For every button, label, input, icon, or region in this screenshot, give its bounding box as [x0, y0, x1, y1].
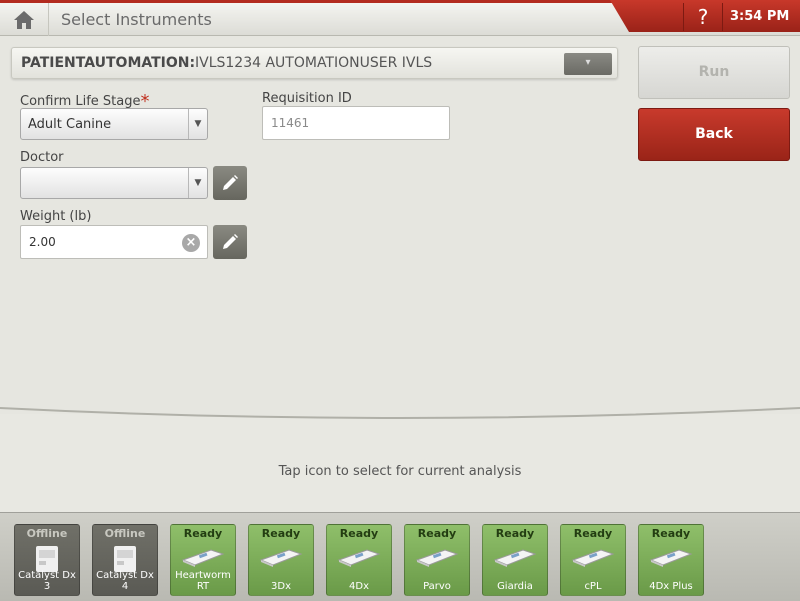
snap-test-icon — [259, 549, 303, 567]
instrument-status: Ready — [261, 527, 301, 540]
run-button[interactable]: Run — [638, 46, 790, 99]
instrument-status: Ready — [417, 527, 457, 540]
snap-test-icon — [337, 549, 381, 567]
clear-icon[interactable]: × — [182, 234, 200, 252]
weight-label: Weight (lb) — [20, 209, 92, 224]
pencil-icon — [223, 234, 238, 249]
clock: 3:54 PM — [730, 9, 790, 24]
instrument-name: 3Dx — [271, 581, 291, 592]
instrument-status: Ready — [495, 527, 535, 540]
weight-edit-button[interactable] — [213, 225, 247, 259]
snap-test-icon — [181, 549, 225, 567]
life-stage-select[interactable]: Adult Canine ▼ — [20, 108, 208, 140]
instrument-status: Ready — [339, 527, 379, 540]
page-title: Select Instruments — [61, 10, 212, 29]
instrument-name: Catalyst Dx 4 — [96, 570, 154, 592]
instrument-name: Catalyst Dx 3 — [18, 570, 76, 592]
snap-test-icon — [571, 549, 615, 567]
instrument-tile-3dx[interactable]: Ready 3Dx — [248, 524, 314, 596]
instrument-name: Heartworm RT — [175, 570, 231, 592]
instrument-name: 4Dx — [349, 581, 369, 592]
instrument-tray: Offline Catalyst Dx 3 Offline Catalyst D… — [0, 512, 800, 601]
instrument-name: cPL — [584, 581, 602, 592]
patient-details: IVLS1234 AUTOMATIONUSER IVLS — [195, 55, 433, 71]
back-button[interactable]: Back — [638, 108, 790, 161]
instrument-status: Offline — [26, 527, 68, 540]
patient-expand-button[interactable]: ▾ — [564, 53, 612, 75]
instrument-tile-catalyst-dx-4[interactable]: Offline Catalyst Dx 4 — [92, 524, 158, 596]
app-header: Select Instruments ? 3:54 PM — [0, 0, 800, 36]
pencil-icon — [223, 175, 238, 190]
home-icon — [14, 10, 34, 29]
patient-label: PATIENTAUTOMATION: — [21, 55, 196, 71]
snap-test-icon — [649, 549, 693, 567]
requisition-id-value: 11461 — [271, 116, 310, 130]
requisition-label: Requisition ID — [262, 91, 352, 106]
main-panel: PATIENTAUTOMATION: IVLS1234 AUTOMATIONUS… — [0, 36, 800, 414]
instrument-tile-parvo[interactable]: Ready Parvo — [404, 524, 470, 596]
instrument-name: Giardia — [497, 581, 533, 592]
snap-test-icon — [493, 549, 537, 567]
weight-value: 2.00 — [29, 235, 56, 249]
dropdown-arrow-icon: ▼ — [188, 168, 207, 198]
life-stage-label-text: Confirm Life Stage — [20, 94, 141, 109]
life-stage-label: Confirm Life Stage* — [20, 89, 150, 112]
instrument-tile-cpl[interactable]: Ready cPL — [560, 524, 626, 596]
selection-hint: Tap icon to select for current analysis — [278, 464, 522, 479]
section-divider — [0, 400, 800, 419]
help-button[interactable]: ? — [683, 3, 723, 31]
weight-input[interactable]: 2.00 × — [20, 225, 208, 259]
instrument-name: 4Dx Plus — [649, 581, 693, 592]
snap-test-icon — [415, 549, 459, 567]
instrument-tile-heartworm-rt[interactable]: Ready Heartworm RT — [170, 524, 236, 596]
instrument-tile-giardia[interactable]: Ready Giardia — [482, 524, 548, 596]
requisition-id-input[interactable]: 11461 — [262, 106, 450, 140]
patient-bar: PATIENTAUTOMATION: IVLS1234 AUTOMATIONUS… — [11, 47, 618, 79]
life-stage-value: Adult Canine — [28, 117, 112, 132]
instrument-tile-catalyst-dx-3[interactable]: Offline Catalyst Dx 3 — [14, 524, 80, 596]
instrument-status: Ready — [651, 527, 691, 540]
instrument-tile-4dx-plus[interactable]: Ready 4Dx Plus — [638, 524, 704, 596]
instrument-tile-4dx[interactable]: Ready 4Dx — [326, 524, 392, 596]
chevron-down-icon: ▾ — [585, 57, 591, 68]
home-button[interactable] — [0, 3, 49, 36]
instrument-status: Offline — [104, 527, 146, 540]
instrument-name: Parvo — [423, 581, 451, 592]
instrument-status: Ready — [183, 527, 223, 540]
doctor-edit-button[interactable] — [213, 166, 247, 200]
doctor-label: Doctor — [20, 150, 64, 165]
doctor-select[interactable]: ▼ — [20, 167, 208, 199]
instrument-status: Ready — [573, 527, 613, 540]
dropdown-arrow-icon: ▼ — [188, 109, 207, 139]
